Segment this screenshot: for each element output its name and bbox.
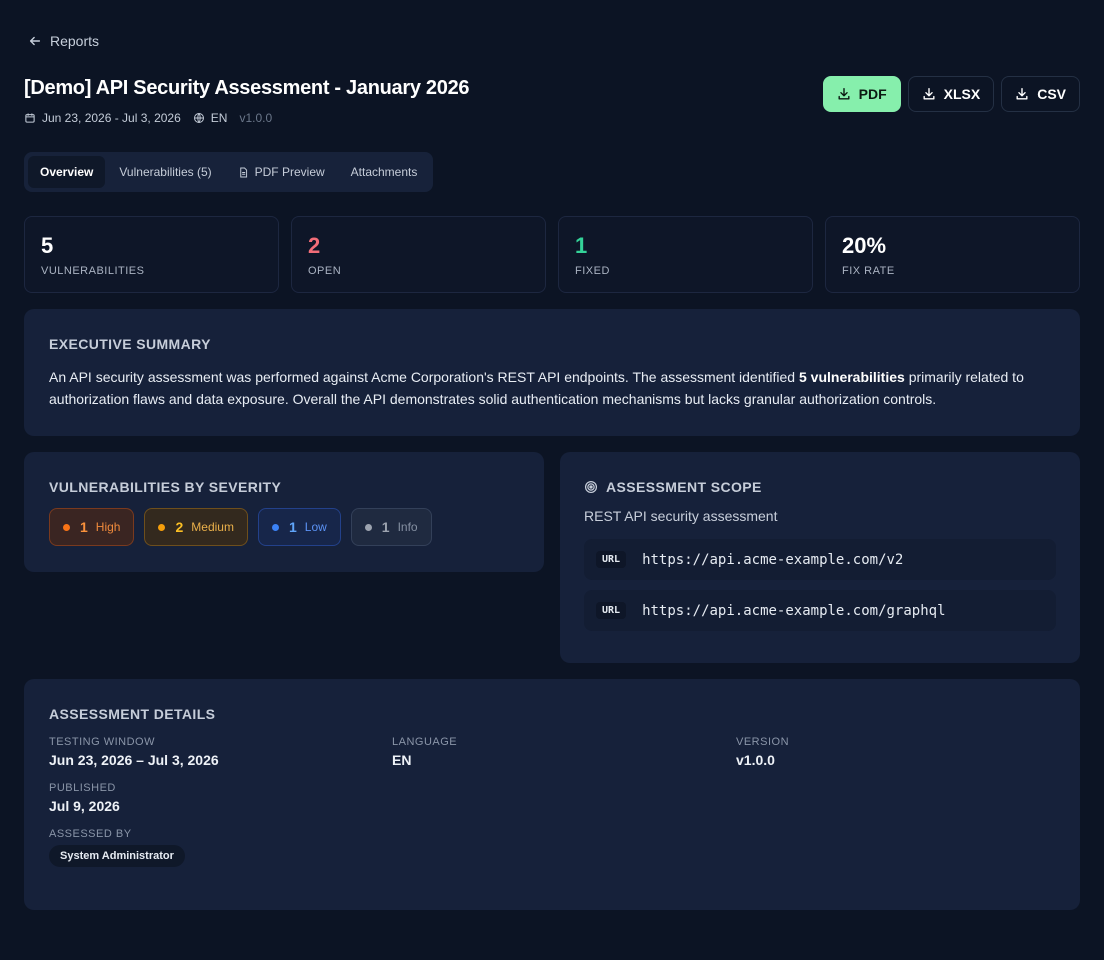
scope-description: REST API security assessment xyxy=(584,508,778,524)
document-icon xyxy=(239,167,247,177)
stat-value: 5 xyxy=(41,233,54,258)
back-label: Reports xyxy=(50,33,100,49)
stat-label: OPEN xyxy=(308,265,342,277)
scope-url: https://api.acme-example.com/graphql xyxy=(642,602,946,619)
stat-label: FIXED xyxy=(575,265,610,277)
arrow-left-icon xyxy=(29,36,41,46)
stat-value: 1 xyxy=(575,233,588,258)
severity-chip-high[interactable]: 1 High xyxy=(49,508,135,546)
stat-card-fix-rate: 20% FIX RATE xyxy=(825,216,1080,293)
severity-chip-low[interactable]: 1 Low xyxy=(257,508,341,546)
severity-label: Info xyxy=(397,520,418,534)
calendar-icon xyxy=(25,113,35,123)
assessor-badge[interactable]: System Administrator xyxy=(49,845,185,867)
tab-attachments[interactable]: Attachments xyxy=(339,156,430,188)
field-assessed-by: ASSESSED BY System Administrator xyxy=(49,828,392,867)
tab-label: Vulnerabilities (5) xyxy=(119,165,212,179)
severity-count: 1 xyxy=(381,519,390,535)
report-tabs: Overview Vulnerabilities (5) PDF Preview… xyxy=(24,152,434,192)
field-published: PUBLISHED Jul 9, 2026 xyxy=(49,782,392,814)
stat-card-fixed: 1 FIXED xyxy=(558,216,813,293)
executive-summary-panel: EXECUTIVE SUMMARY An API security assess… xyxy=(24,309,1080,436)
tab-vulnerabilities[interactable]: Vulnerabilities (5) xyxy=(107,156,223,188)
severity-count: 1 xyxy=(80,519,88,535)
date-range-text: Jun 23, 2026 - Jul 3, 2026 xyxy=(42,111,181,125)
tab-label: Attachments xyxy=(350,165,418,179)
severity-panel: VULNERABILITIES BY SEVERITY 1 High 2 Med… xyxy=(24,452,544,572)
stat-card-vulnerabilities: 5 VULNERABILITIES xyxy=(24,216,279,293)
stat-value: 2 xyxy=(308,233,321,258)
field-label: LANGUAGE xyxy=(392,736,458,748)
tab-pdf-preview[interactable]: PDF Preview xyxy=(226,156,337,188)
scope-header: ASSESSMENT SCOPE xyxy=(584,479,1056,495)
target-icon xyxy=(584,480,598,494)
export-csv-button[interactable]: CSV xyxy=(1001,76,1080,112)
report-meta: Jun 23, 2026 - Jul 3, 2026 EN v1.0.0 xyxy=(24,111,272,125)
export-pdf-label: PDF xyxy=(858,86,887,102)
section-title: VULNERABILITIES BY SEVERITY xyxy=(49,479,282,495)
severity-dot xyxy=(63,523,70,531)
severity-label: Low xyxy=(304,520,327,534)
field-value: Jun 23, 2026 – Jul 3, 2026 xyxy=(49,752,219,768)
field-label: ASSESSED BY xyxy=(49,828,132,840)
export-csv-label: CSV xyxy=(1037,86,1066,102)
url-badge: URL xyxy=(596,602,627,619)
section-title: ASSESSMENT DETAILS xyxy=(49,706,216,722)
version-text: v1.0.0 xyxy=(239,111,273,125)
tab-label: PDF Preview xyxy=(254,165,325,179)
summary-highlight: 5 vulnerabilities xyxy=(798,369,905,385)
field-label: PUBLISHED xyxy=(49,782,116,794)
severity-count: 1 xyxy=(288,519,297,535)
stat-card-open: 2 OPEN xyxy=(291,216,546,293)
field-testing-window: TESTING WINDOW Jun 23, 2026 – Jul 3, 202… xyxy=(49,736,392,768)
summary-text: An API security assessment was performed… xyxy=(49,369,1024,407)
scope-url-row: URL https://api.acme-example.com/v2 xyxy=(584,539,1056,580)
download-icon xyxy=(838,88,850,100)
export-buttons: PDF XLSX CSV xyxy=(822,76,1080,112)
assessment-scope-panel: ASSESSMENT SCOPE REST API security asses… xyxy=(560,452,1080,663)
stat-label: FIX RATE xyxy=(842,265,895,277)
download-icon xyxy=(923,88,935,100)
section-title: EXECUTIVE SUMMARY xyxy=(49,336,211,352)
field-value: EN xyxy=(392,752,412,768)
date-range: Jun 23, 2026 - Jul 3, 2026 xyxy=(24,111,181,125)
field-language: LANGUAGE EN xyxy=(392,736,736,768)
download-icon xyxy=(1016,88,1028,100)
section-title: ASSESSMENT SCOPE xyxy=(606,479,762,495)
tab-label: Overview xyxy=(40,165,94,179)
field-version: VERSION v1.0.0 xyxy=(736,736,1036,768)
severity-chip-info[interactable]: 1 Info xyxy=(350,508,432,546)
severity-dot xyxy=(271,523,279,531)
assessment-details-panel: ASSESSMENT DETAILS TESTING WINDOW Jun 23… xyxy=(24,679,1080,910)
export-xlsx-label: XLSX xyxy=(943,86,981,102)
language-text: EN xyxy=(210,111,228,125)
severity-label: Medium xyxy=(191,520,234,534)
tab-overview[interactable]: Overview xyxy=(28,156,106,188)
severity-chips: 1 High 2 Medium 1 Low 1 Info xyxy=(49,508,519,546)
export-pdf-button[interactable]: PDF xyxy=(822,76,901,112)
field-value: v1.0.0 xyxy=(736,752,775,768)
severity-count: 2 xyxy=(175,519,184,535)
scope-url: https://api.acme-example.com/v2 xyxy=(642,551,904,568)
url-badge: URL xyxy=(596,551,627,568)
details-grid: TESTING WINDOW Jun 23, 2026 – Jul 3, 202… xyxy=(49,736,1055,867)
field-label: VERSION xyxy=(736,736,790,748)
severity-chip-medium[interactable]: 2 Medium xyxy=(144,508,248,546)
globe-icon xyxy=(193,113,204,123)
stat-value: 20% xyxy=(842,233,887,258)
stat-label: VULNERABILITIES xyxy=(41,265,145,277)
severity-dot xyxy=(364,523,372,531)
field-value: Jul 9, 2026 xyxy=(49,798,120,814)
field-label: TESTING WINDOW xyxy=(49,736,155,748)
page-title: [Demo] API Security Assessment - January… xyxy=(24,77,470,99)
language: EN xyxy=(193,111,228,125)
back-to-reports-link[interactable]: Reports xyxy=(28,33,99,49)
scope-url-row: URL https://api.acme-example.com/graphql xyxy=(584,590,1056,631)
severity-label: High xyxy=(95,520,121,534)
severity-dot xyxy=(158,523,166,531)
export-xlsx-button[interactable]: XLSX xyxy=(907,76,995,112)
